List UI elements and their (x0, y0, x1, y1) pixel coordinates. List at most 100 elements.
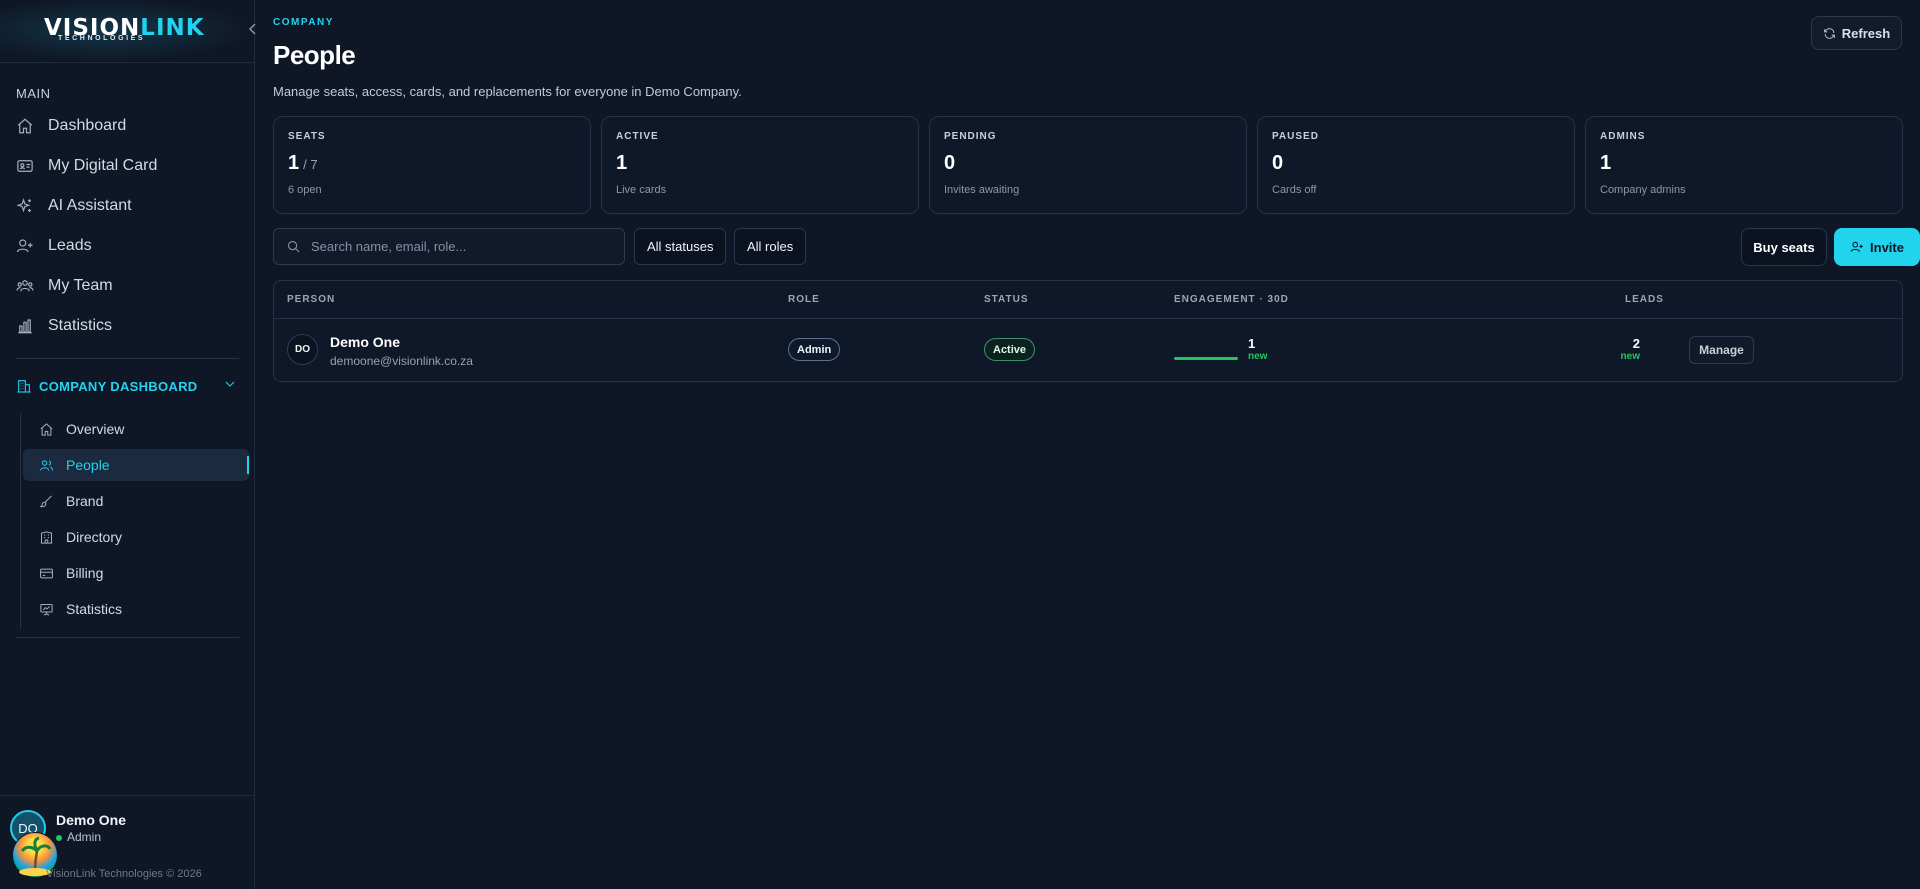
stat-note: Live cards (616, 184, 667, 196)
user-name: Demo One (56, 812, 127, 828)
sidebar-item-dashboard[interactable]: Dashboard (16, 106, 246, 146)
refresh-button[interactable]: Refresh (1811, 16, 1902, 50)
online-status-dot (56, 835, 62, 841)
team-icon (16, 280, 34, 292)
stats-row: SEATS 1/ 7 6 open ACTIVE 1 Live cards PE… (273, 116, 1903, 214)
stat-label: PENDING (944, 131, 997, 142)
sidebar-item-company-statistics[interactable]: Statistics (23, 593, 249, 625)
search-box[interactable] (273, 228, 625, 265)
sidebar-item-label: Directory (66, 529, 123, 545)
sidebar-item-label: Billing (66, 565, 104, 581)
leads-value: 2 (1632, 336, 1640, 351)
presentation-icon (40, 603, 53, 616)
engagement-bar-fill (1174, 357, 1238, 360)
stat-value: 0 (1272, 152, 1284, 174)
sidebar-item-my-digital-card[interactable]: My Digital Card (16, 146, 246, 186)
person-avatar: DO (287, 334, 318, 365)
sidebar-item-label: AI Assistant (48, 197, 132, 214)
chevron-down-icon (225, 381, 235, 387)
stat-card-pending: PENDING 0 Invites awaiting (929, 116, 1247, 214)
column-header-status: STATUS (984, 294, 1029, 305)
sidebar-item-label: Dashboard (48, 117, 127, 134)
sidebar-item-people[interactable]: People (23, 449, 249, 481)
engagement-new-label: new (1248, 351, 1268, 362)
sidebar-item-label: My Digital Card (48, 157, 158, 174)
stat-value: 1/ 7 (288, 152, 576, 175)
page-title: People (273, 40, 356, 70)
invite-label: Invite (1870, 239, 1904, 255)
copyright: VisionLink Technologies © 2026 (46, 868, 202, 880)
sidebar-item-label: Leads (48, 237, 92, 254)
column-header-engagement: ENGAGEMENT · 30D (1174, 294, 1289, 305)
logo-area: VISIONLINK TECHNOLOGIES (0, 0, 256, 63)
stat-note: Cards off (1272, 184, 1317, 196)
stat-value: 1 (616, 152, 628, 174)
stat-label: ADMINS (1600, 131, 1646, 142)
table-header: PERSON ROLE STATUS ENGAGEMENT · 30D LEAD… (274, 281, 1902, 319)
stat-value-number: 1 (288, 152, 300, 174)
sidebar-item-statistics[interactable]: Statistics (16, 306, 246, 346)
page-eyebrow: COMPANY (273, 17, 334, 28)
sidebar: VISIONLINK TECHNOLOGIES MAIN Dashboard M… (0, 0, 256, 889)
credit-card-icon (40, 568, 53, 578)
building-icon (40, 530, 53, 544)
users-icon (40, 459, 53, 471)
column-header-person: PERSON (287, 294, 336, 305)
sidebar-item-billing[interactable]: Billing (23, 557, 249, 589)
page-subtitle: Manage seats, access, cards, and replace… (273, 84, 742, 99)
home-icon (17, 118, 33, 134)
stat-label: PAUSED (1272, 131, 1319, 142)
sidebar-item-label: Brand (66, 493, 104, 509)
main-content: COMPANY People Manage seats, access, car… (256, 0, 1920, 889)
sidebar-item-label: Statistics (48, 317, 113, 334)
sidebar-item-directory[interactable]: Directory (23, 521, 249, 553)
stat-label: SEATS (288, 131, 326, 142)
sidebar-item-leads[interactable]: Leads (16, 226, 246, 266)
stat-note: Company admins (1600, 184, 1686, 196)
role-filter-select[interactable]: All roles (734, 228, 807, 265)
user-plus-icon (1850, 241, 1863, 252)
sidebar-item-overview[interactable]: Overview (23, 413, 249, 445)
buy-seats-button[interactable]: Buy seats (1741, 228, 1827, 266)
main-section-label: MAIN (16, 86, 51, 101)
people-table: PERSON ROLE STATUS ENGAGEMENT · 30D LEAD… (273, 280, 1903, 382)
manage-button[interactable]: Manage (1689, 336, 1754, 364)
company-dashboard-toggle[interactable]: COMPANY DASHBOARD (16, 376, 238, 396)
status-filter-select[interactable]: All statuses (634, 228, 727, 265)
sidebar-item-my-team[interactable]: My Team (16, 266, 246, 306)
stat-value: 0 (944, 152, 956, 174)
engagement-bar-track (1174, 357, 1238, 360)
table-row[interactable]: DO Demo One demoone@visionlink.co.za Adm… (274, 319, 1902, 381)
stat-label: ACTIVE (616, 131, 659, 142)
stat-card-seats: SEATS 1/ 7 6 open (273, 116, 591, 214)
refresh-icon (1823, 27, 1835, 39)
stat-note: Invites awaiting (944, 184, 1020, 196)
main-nav: Dashboard My Digital Card AI Assistant L… (16, 106, 246, 346)
sidebar-item-label: My Team (48, 277, 113, 294)
sidebar-item-label: People (66, 457, 110, 473)
stat-card-paused: PAUSED 0 Cards off (1257, 116, 1575, 214)
company-subnav: Overview People Brand Directory Billing … (20, 413, 249, 629)
sidebar-item-brand[interactable]: Brand (23, 485, 249, 517)
search-input[interactable] (311, 239, 611, 254)
sidebar-item-label: Overview (66, 421, 125, 437)
bar-chart-icon (18, 319, 32, 334)
user-profile[interactable]: DO Demo One Admin VisionLink Technologie… (0, 795, 255, 889)
logo-subtitle: TECHNOLOGIES (58, 35, 146, 42)
sidebar-divider (16, 358, 239, 359)
sparkles-icon (16, 198, 31, 213)
stat-note: 6 open (288, 184, 322, 196)
invite-button[interactable]: Invite (1834, 228, 1920, 266)
stat-card-admins: ADMINS 1 Company admins (1585, 116, 1903, 214)
column-header-leads: LEADS (1625, 294, 1664, 305)
logo-text-link: LINK (140, 15, 205, 41)
user-plus-icon (16, 239, 33, 253)
user-role: Admin (67, 830, 102, 844)
company-dashboard-label: COMPANY DASHBOARD (39, 378, 198, 394)
id-card-icon (17, 160, 33, 172)
stat-card-active: ACTIVE 1 Live cards (601, 116, 919, 214)
search-icon (287, 240, 300, 253)
sidebar-item-ai-assistant[interactable]: AI Assistant (16, 186, 246, 226)
brush-icon (39, 495, 52, 507)
column-header-role: ROLE (788, 294, 820, 305)
